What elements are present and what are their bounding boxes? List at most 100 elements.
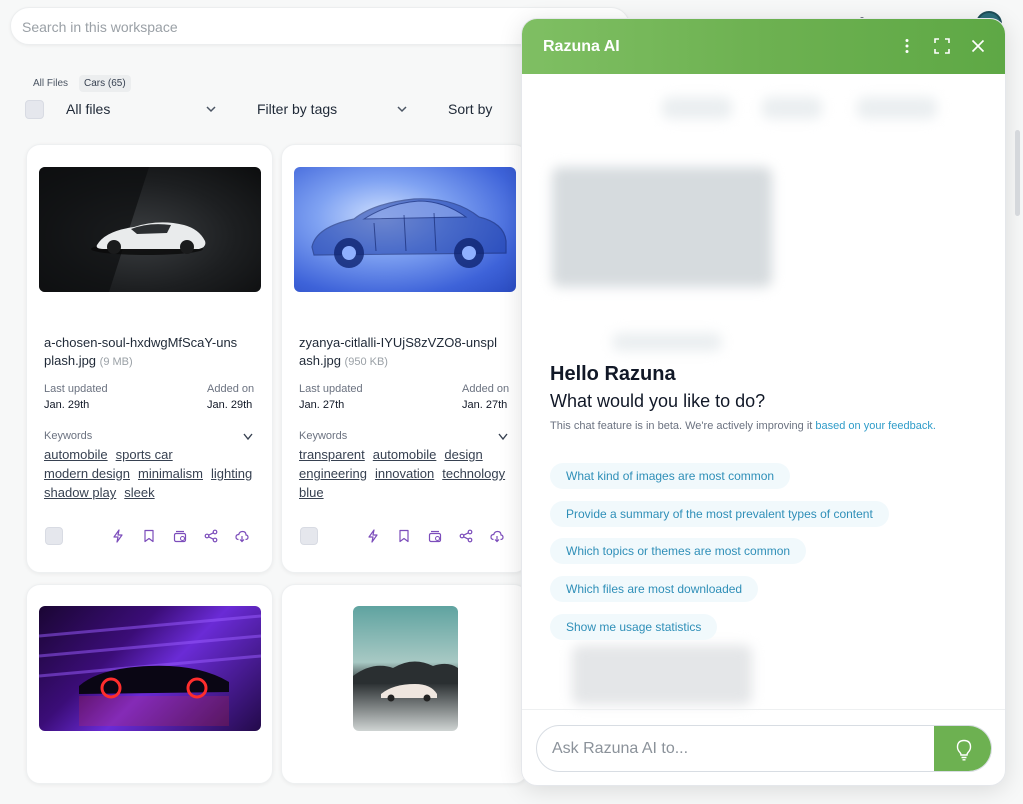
suggestion-chip[interactable]: What kind of images are most common	[550, 463, 791, 489]
keyword-tag[interactable]: automobile	[373, 447, 437, 463]
last-updated-label: Last updated	[299, 383, 363, 395]
keyword-tag[interactable]: technology	[442, 466, 505, 482]
keyword-tag[interactable]: shadow play	[44, 485, 116, 501]
feedback-link[interactable]: based on your feedback.	[815, 420, 935, 432]
suggestion-chip[interactable]: Which topics or themes are most common	[550, 538, 807, 564]
blurred-content	[572, 645, 752, 705]
keyword-tag[interactable]: minimalism	[138, 466, 203, 482]
sort-by-dropdown[interactable]: Sort by	[448, 97, 508, 121]
added-on-value: Jan. 27th	[462, 399, 508, 411]
ai-panel-title: Razuna AI	[543, 38, 620, 55]
file-thumbnail[interactable]	[39, 167, 261, 292]
file-actions	[365, 528, 505, 544]
file-select-checkbox[interactable]	[45, 527, 63, 545]
file-card[interactable]: zyanya-citlalli-IYUjS8zVZO8-unsplash.jpg…	[281, 144, 528, 573]
added-on-label: Added on	[462, 383, 510, 395]
car-image	[353, 661, 458, 702]
keyword-tag[interactable]: engineering	[299, 466, 367, 482]
keyword-tag[interactable]: automobile	[44, 447, 108, 463]
all-files-dropdown[interactable]: All files	[66, 97, 218, 121]
blurred-content	[857, 97, 937, 119]
keywords-label: Keywords	[44, 430, 93, 442]
file-actions	[110, 528, 250, 544]
keyword-list: transparent automobile design engineerin…	[299, 447, 509, 501]
chat-input[interactable]	[552, 738, 922, 760]
keyword-tag[interactable]: blue	[299, 485, 324, 501]
car-image	[39, 167, 206, 292]
select-all-checkbox[interactable]	[25, 100, 44, 119]
keywords-label: Keywords	[299, 430, 348, 442]
blurred-content	[552, 167, 772, 287]
footer-divider	[522, 709, 1005, 710]
keyword-tag[interactable]: innovation	[375, 466, 434, 482]
beta-note-text: This chat feature is in beta. We're acti…	[550, 420, 813, 432]
file-thumbnail[interactable]	[39, 606, 261, 731]
page-scrollbar[interactable]	[1015, 130, 1020, 216]
close-icon[interactable]	[968, 36, 988, 56]
last-updated-value: Jan. 27th	[299, 399, 345, 411]
search-input[interactable]	[22, 17, 602, 37]
file-name[interactable]: zyanya-citlalli-IYUjS8zVZO8-unsplash.jpg…	[299, 334, 499, 371]
share-icon[interactable]	[203, 528, 219, 544]
suggestion-chip[interactable]: Show me usage statistics	[550, 614, 718, 640]
car-image	[39, 614, 261, 726]
filter-by-tags-dropdown[interactable]: Filter by tags	[257, 97, 409, 121]
chevron-down-icon	[397, 106, 407, 113]
more-vertical-icon[interactable]	[897, 36, 917, 56]
bookmark-icon[interactable]	[396, 528, 412, 544]
ai-panel-header: Razuna AI	[522, 19, 1005, 74]
file-select-checkbox[interactable]	[300, 527, 318, 545]
file-thumbnail[interactable]	[294, 167, 516, 292]
added-on-value: Jan. 29th	[207, 399, 253, 411]
keyword-list: automobile sports car modern design mini…	[44, 447, 254, 501]
keyword-tag[interactable]: design	[444, 447, 482, 463]
file-card[interactable]: a-chosen-soul-hxdwgMfScaY-unsplash.jpg (…	[26, 144, 273, 573]
keyword-tag[interactable]: lighting	[211, 466, 252, 482]
breadcrumb-all-files[interactable]: All Files	[28, 75, 73, 92]
chevron-down-icon	[206, 106, 216, 113]
file-thumbnail[interactable]	[353, 606, 458, 731]
collection-icon[interactable]	[427, 528, 443, 544]
file-size: (950 KB)	[344, 356, 388, 368]
lightning-icon[interactable]	[365, 528, 381, 544]
sort-by-label: Sort by	[448, 101, 493, 117]
prompt-question: What would you like to do?	[550, 391, 766, 411]
keyword-tag[interactable]: sleek	[124, 485, 154, 501]
download-cloud-icon[interactable]	[489, 528, 505, 544]
lightbulb-icon	[956, 739, 971, 760]
expand-icon[interactable]	[932, 36, 952, 56]
beta-note: This chat feature is in beta. We're acti…	[550, 420, 936, 432]
file-size: (9 MB)	[99, 356, 133, 368]
bookmark-icon[interactable]	[141, 528, 157, 544]
file-name-text: a-chosen-soul-hxdwgMfScaY-unsplash.jpg	[44, 335, 238, 368]
file-name[interactable]: a-chosen-soul-hxdwgMfScaY-unsplash.jpg (…	[44, 334, 244, 371]
file-card[interactable]	[26, 584, 273, 784]
download-cloud-icon[interactable]	[234, 528, 250, 544]
breadcrumb-cars[interactable]: Cars (65)	[79, 75, 131, 92]
chat-input-container[interactable]	[536, 725, 992, 772]
lightning-icon[interactable]	[110, 528, 126, 544]
suggestion-chip[interactable]: Provide a summary of the most prevalent …	[550, 501, 889, 527]
chevron-down-icon[interactable]	[243, 433, 253, 441]
chevron-down-icon[interactable]	[498, 433, 508, 441]
keyword-tag[interactable]: modern design	[44, 466, 130, 482]
ai-chat-panel: Razuna AI Hello Razuna What would you li…	[521, 18, 1006, 786]
file-name-text: zyanya-citlalli-IYUjS8zVZO8-unsplash.jpg	[299, 335, 497, 368]
last-updated-label: Last updated	[44, 383, 108, 395]
file-card[interactable]	[281, 584, 528, 784]
keyword-tag[interactable]: sports car	[116, 447, 173, 463]
car-image	[311, 198, 507, 268]
blurred-content	[762, 97, 822, 119]
all-files-label: All files	[66, 101, 111, 117]
suggestion-chip[interactable]: Which files are most downloaded	[550, 576, 759, 602]
added-on-label: Added on	[207, 383, 255, 395]
blurred-content	[662, 97, 732, 119]
blurred-content	[612, 333, 722, 351]
share-icon[interactable]	[458, 528, 474, 544]
send-button[interactable]	[934, 726, 991, 771]
greeting-heading: Hello Razuna	[550, 363, 676, 385]
keyword-tag[interactable]: transparent	[299, 447, 365, 463]
last-updated-value: Jan. 29th	[44, 399, 90, 411]
breadcrumb: All Files Cars (65)	[28, 75, 131, 92]
collection-icon[interactable]	[172, 528, 188, 544]
